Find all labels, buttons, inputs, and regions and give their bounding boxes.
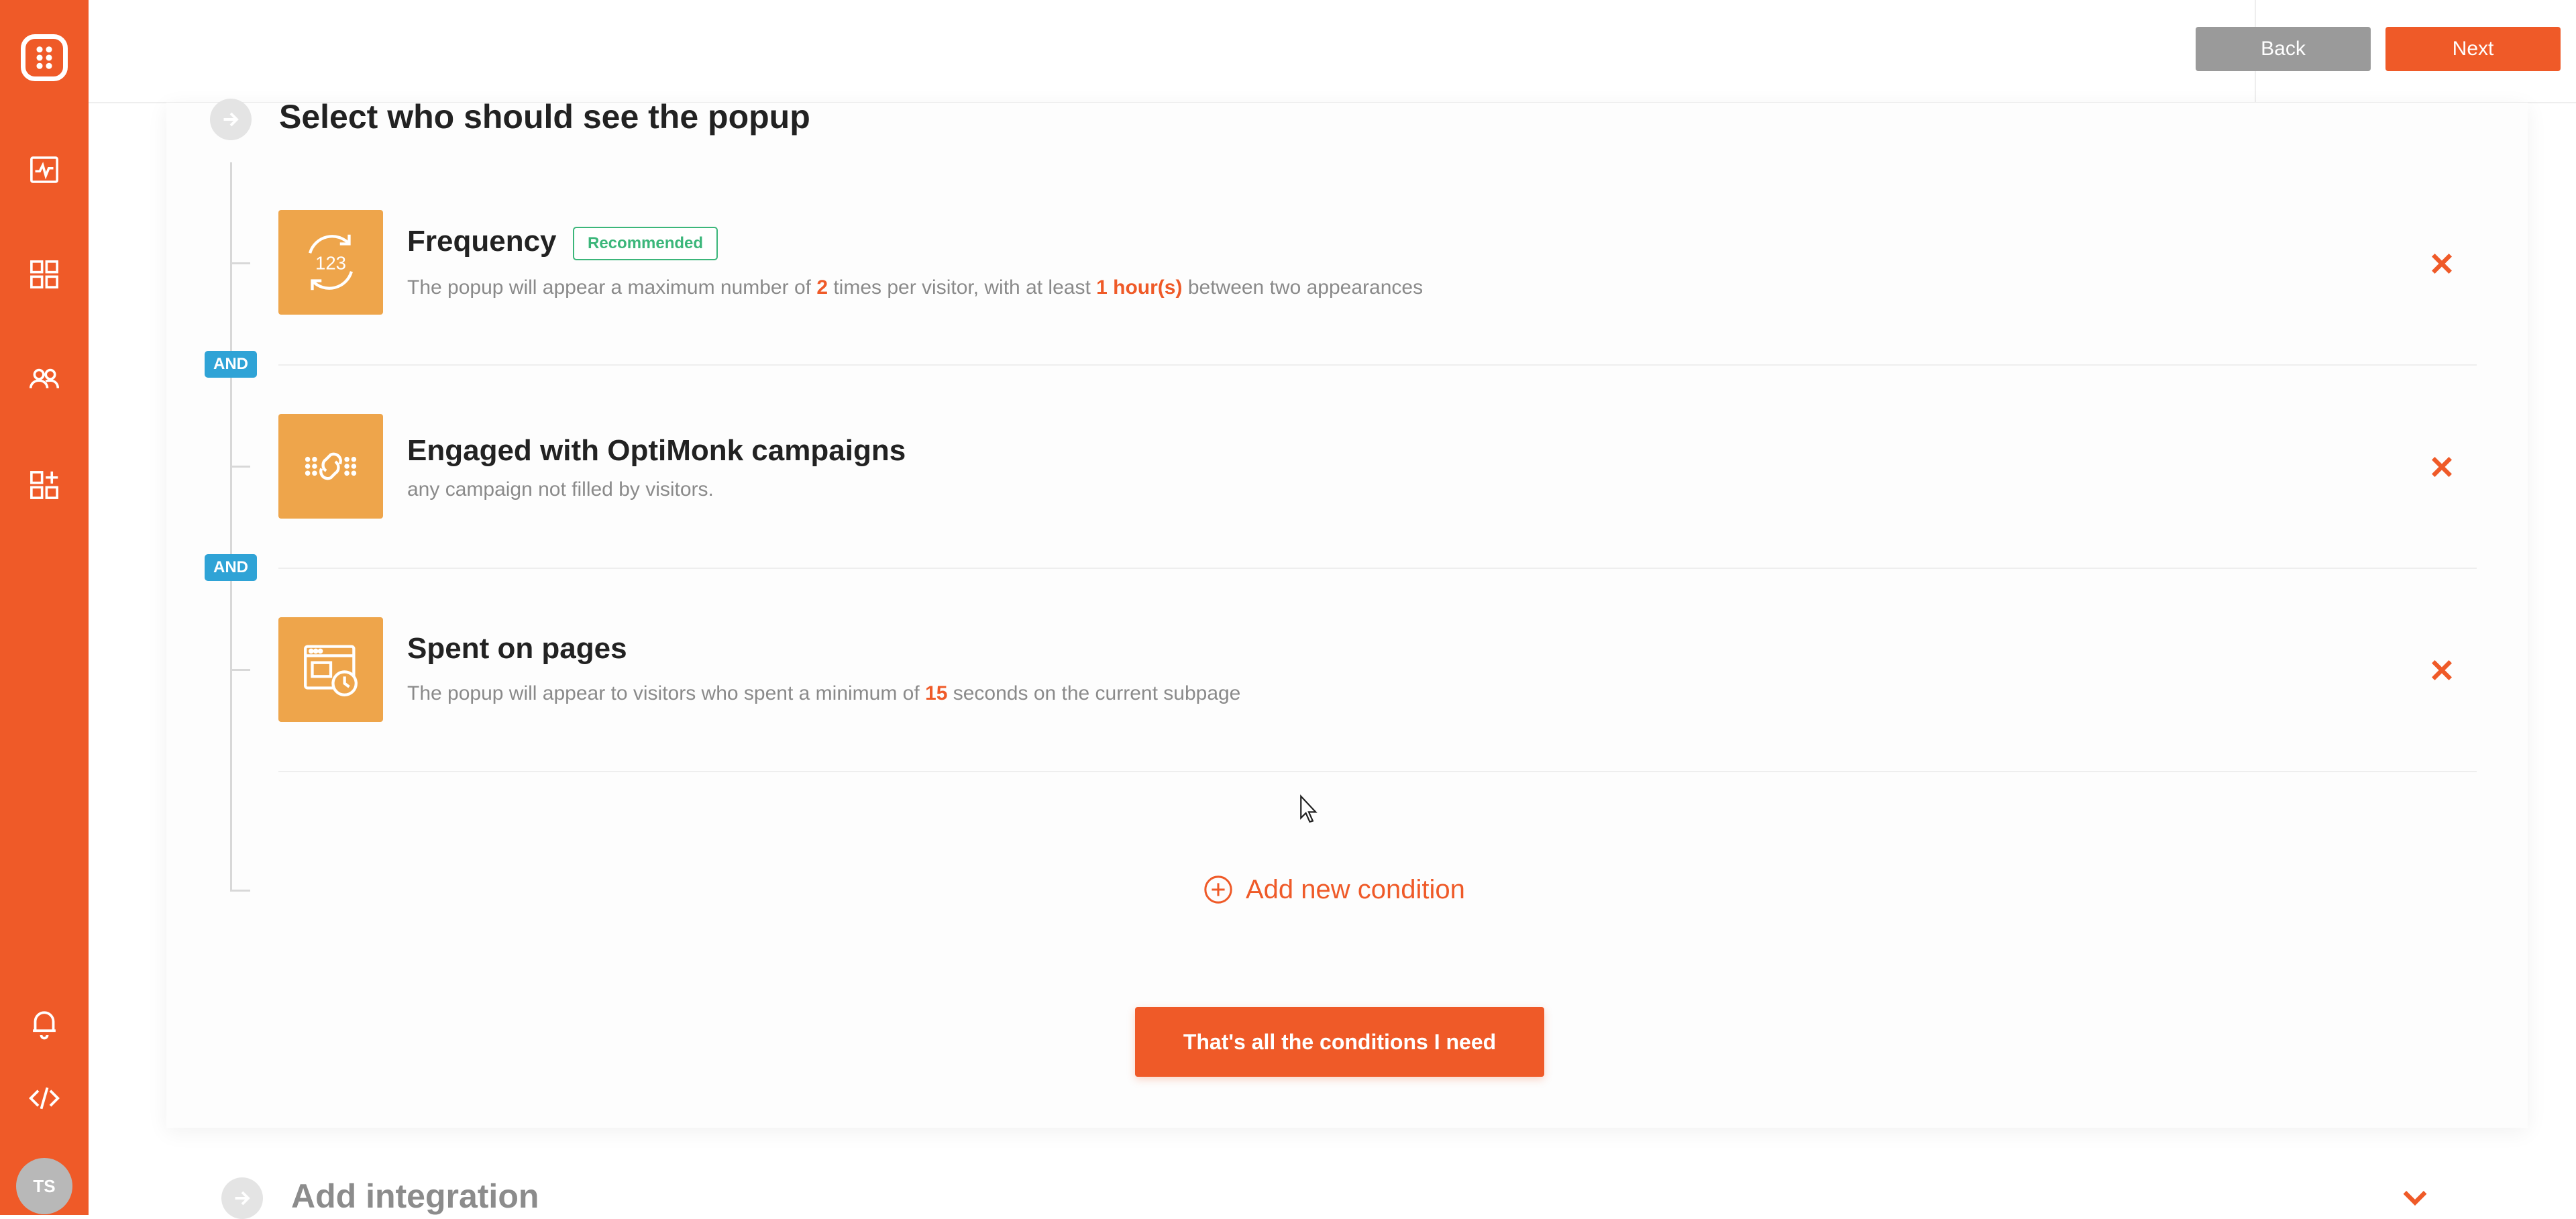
- campaigns-grid-icon[interactable]: [21, 251, 68, 298]
- condition-divider: [278, 771, 2477, 772]
- recommended-badge: Recommended: [573, 227, 718, 260]
- step-arrow-icon: [210, 99, 252, 140]
- and-connector: AND: [205, 554, 257, 581]
- plus-circle-icon: [1204, 876, 1232, 904]
- remove-condition-engaged-icon[interactable]: [2423, 448, 2461, 486]
- and-connector: AND: [205, 351, 257, 378]
- condition-divider: [278, 364, 2477, 366]
- add-widget-icon[interactable]: [21, 462, 68, 509]
- tree-end: [230, 890, 250, 892]
- bell-icon[interactable]: [21, 1000, 68, 1047]
- tree-stub: [230, 262, 250, 264]
- frequency-123-icon: 123: [278, 210, 383, 315]
- tree-stub: [230, 466, 250, 468]
- condition-title-frequency: Frequency: [407, 225, 557, 258]
- condition-desc-engaged: any campaign not filled by visitors.: [407, 478, 714, 500]
- code-icon[interactable]: [21, 1075, 68, 1122]
- add-new-condition-link[interactable]: Add new condition: [1203, 871, 1465, 908]
- app-logo-icon[interactable]: [13, 27, 75, 89]
- remove-condition-frequency-icon[interactable]: [2423, 245, 2461, 282]
- mouse-cursor-icon: [1300, 794, 1318, 823]
- sidebar: TS: [0, 0, 89, 1215]
- browser-timer-icon: [278, 617, 383, 722]
- add-new-condition-label: Add new condition: [1246, 874, 1465, 904]
- remove-condition-spent-icon[interactable]: [2423, 651, 2461, 689]
- condition-title-spent: Spent on pages: [407, 632, 627, 665]
- next-button[interactable]: Next: [2385, 27, 2561, 71]
- condition-divider: [278, 568, 2477, 569]
- subscribers-icon[interactable]: [21, 356, 68, 403]
- add-integration-title[interactable]: Add integration: [291, 1177, 539, 1216]
- chevron-down-icon[interactable]: [2398, 1181, 2432, 1216]
- analytics-icon[interactable]: [21, 146, 68, 193]
- tree-stub: [230, 669, 250, 671]
- condition-desc-frequency: The popup will appear a maximum number o…: [407, 276, 1424, 299]
- svg-text:123: 123: [315, 252, 346, 273]
- engaged-link-icon: [278, 414, 383, 519]
- step-arrow-icon: [221, 1177, 263, 1219]
- back-button[interactable]: Back: [2196, 27, 2371, 71]
- tree-line: [230, 162, 232, 891]
- condition-desc-spent: The popup will appear to visitors who sp…: [407, 682, 1241, 704]
- avatar[interactable]: TS: [16, 1158, 72, 1214]
- conditions-done-button[interactable]: That's all the conditions I need: [1135, 1007, 1544, 1077]
- condition-title-engaged: Engaged with OptiMonk campaigns: [407, 434, 906, 467]
- section-title: Select who should see the popup: [279, 98, 810, 136]
